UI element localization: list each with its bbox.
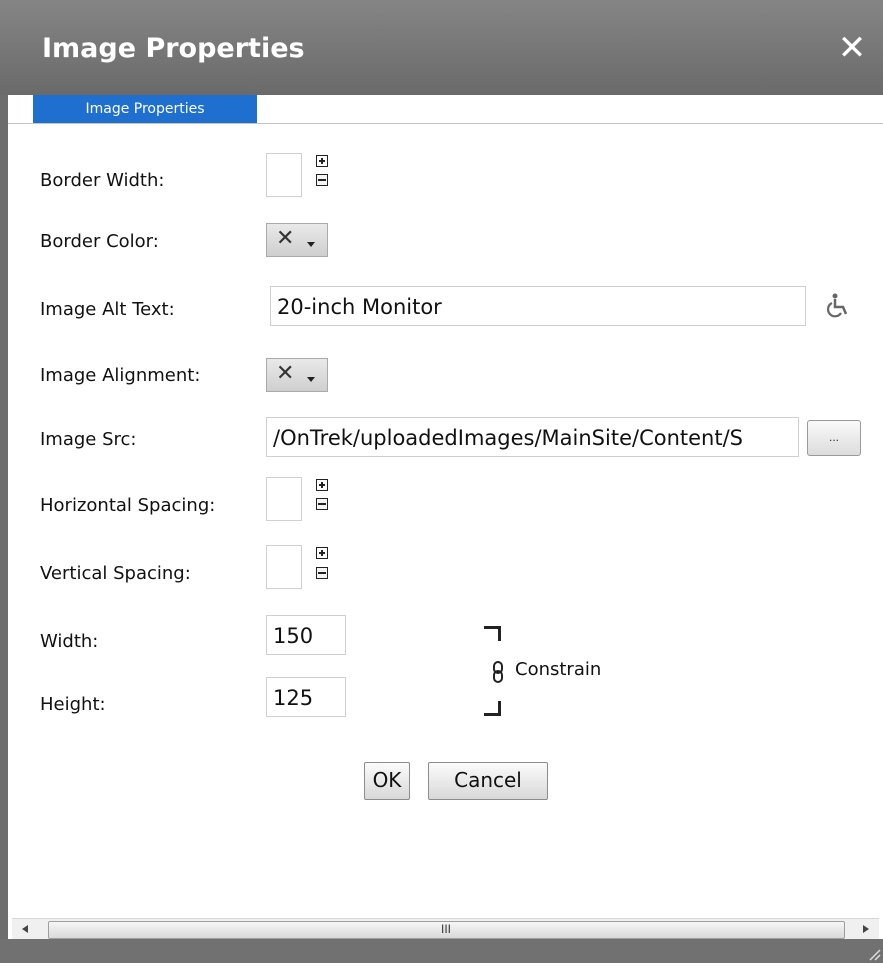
image-alignment-picker[interactable]: ✕ xyxy=(266,358,328,392)
scroll-left-icon[interactable] xyxy=(22,925,28,933)
vertical-spacing-input[interactable] xyxy=(266,545,302,589)
constrain-label: Constrain xyxy=(515,659,602,680)
image-src-label: Image Src: xyxy=(40,429,137,450)
border-color-picker[interactable]: ✕ xyxy=(266,223,328,257)
wheelchair-icon[interactable] xyxy=(823,291,853,321)
image-src-input[interactable]: /OnTrek/uploadedImages/MainSite/Content/… xyxy=(266,417,799,457)
ok-button[interactable]: OK xyxy=(364,762,410,800)
dropdown-arrow-icon xyxy=(307,242,315,247)
constrain-bracket-top xyxy=(484,626,501,641)
border-color-label: Border Color: xyxy=(40,231,159,252)
cancel-button[interactable]: Cancel xyxy=(428,762,548,800)
border-width-decrement-icon[interactable] xyxy=(316,174,328,186)
resize-grip-icon[interactable] xyxy=(867,947,881,961)
horizontal-spacing-decrement-icon[interactable] xyxy=(316,498,328,510)
border-width-input[interactable] xyxy=(266,153,302,197)
image-alt-text-label: Image Alt Text: xyxy=(40,299,175,320)
horizontal-spacing-label: Horizontal Spacing: xyxy=(40,495,216,516)
vertical-spacing-label: Vertical Spacing: xyxy=(40,563,191,584)
close-icon[interactable]: ✕ xyxy=(832,28,872,68)
vertical-spacing-decrement-icon[interactable] xyxy=(316,567,328,579)
width-label: Width: xyxy=(40,631,99,652)
no-alignment-icon: ✕ xyxy=(276,361,295,386)
height-input[interactable]: 125 xyxy=(266,677,346,717)
dialog-content: Image Properties Border Width: Border Co… xyxy=(8,95,883,939)
image-properties-dialog: Image Properties ✕ Image Properties Bord… xyxy=(0,0,883,963)
dialog-title-bar[interactable]: Image Properties ✕ xyxy=(0,0,883,95)
border-width-increment-icon[interactable] xyxy=(316,155,328,167)
horizontal-scrollbar[interactable]: III xyxy=(12,918,879,939)
tab-strip: Image Properties xyxy=(8,95,883,124)
image-alignment-label: Image Alignment: xyxy=(40,365,201,386)
dialog-title: Image Properties xyxy=(42,33,305,64)
scroll-right-icon[interactable] xyxy=(863,925,869,933)
width-input[interactable]: 150 xyxy=(266,615,346,655)
no-color-icon: ✕ xyxy=(276,226,295,251)
grip-icon: III xyxy=(441,922,452,936)
chain-link-icon[interactable] xyxy=(492,661,504,683)
browse-button[interactable]: ... xyxy=(807,420,861,456)
dialog-footer-bar xyxy=(0,939,883,963)
horizontal-spacing-increment-icon[interactable] xyxy=(316,479,328,491)
height-label: Height: xyxy=(40,694,106,715)
image-alt-text-input[interactable]: 20-inch Monitor xyxy=(270,286,806,326)
vertical-spacing-increment-icon[interactable] xyxy=(316,547,328,559)
horizontal-spacing-input[interactable] xyxy=(266,477,302,521)
scrollbar-thumb[interactable]: III xyxy=(48,921,845,939)
border-width-label: Border Width: xyxy=(40,170,165,191)
tab-image-properties[interactable]: Image Properties xyxy=(33,95,257,123)
dropdown-arrow-icon xyxy=(307,377,315,382)
constrain-bracket-bottom xyxy=(484,701,501,716)
